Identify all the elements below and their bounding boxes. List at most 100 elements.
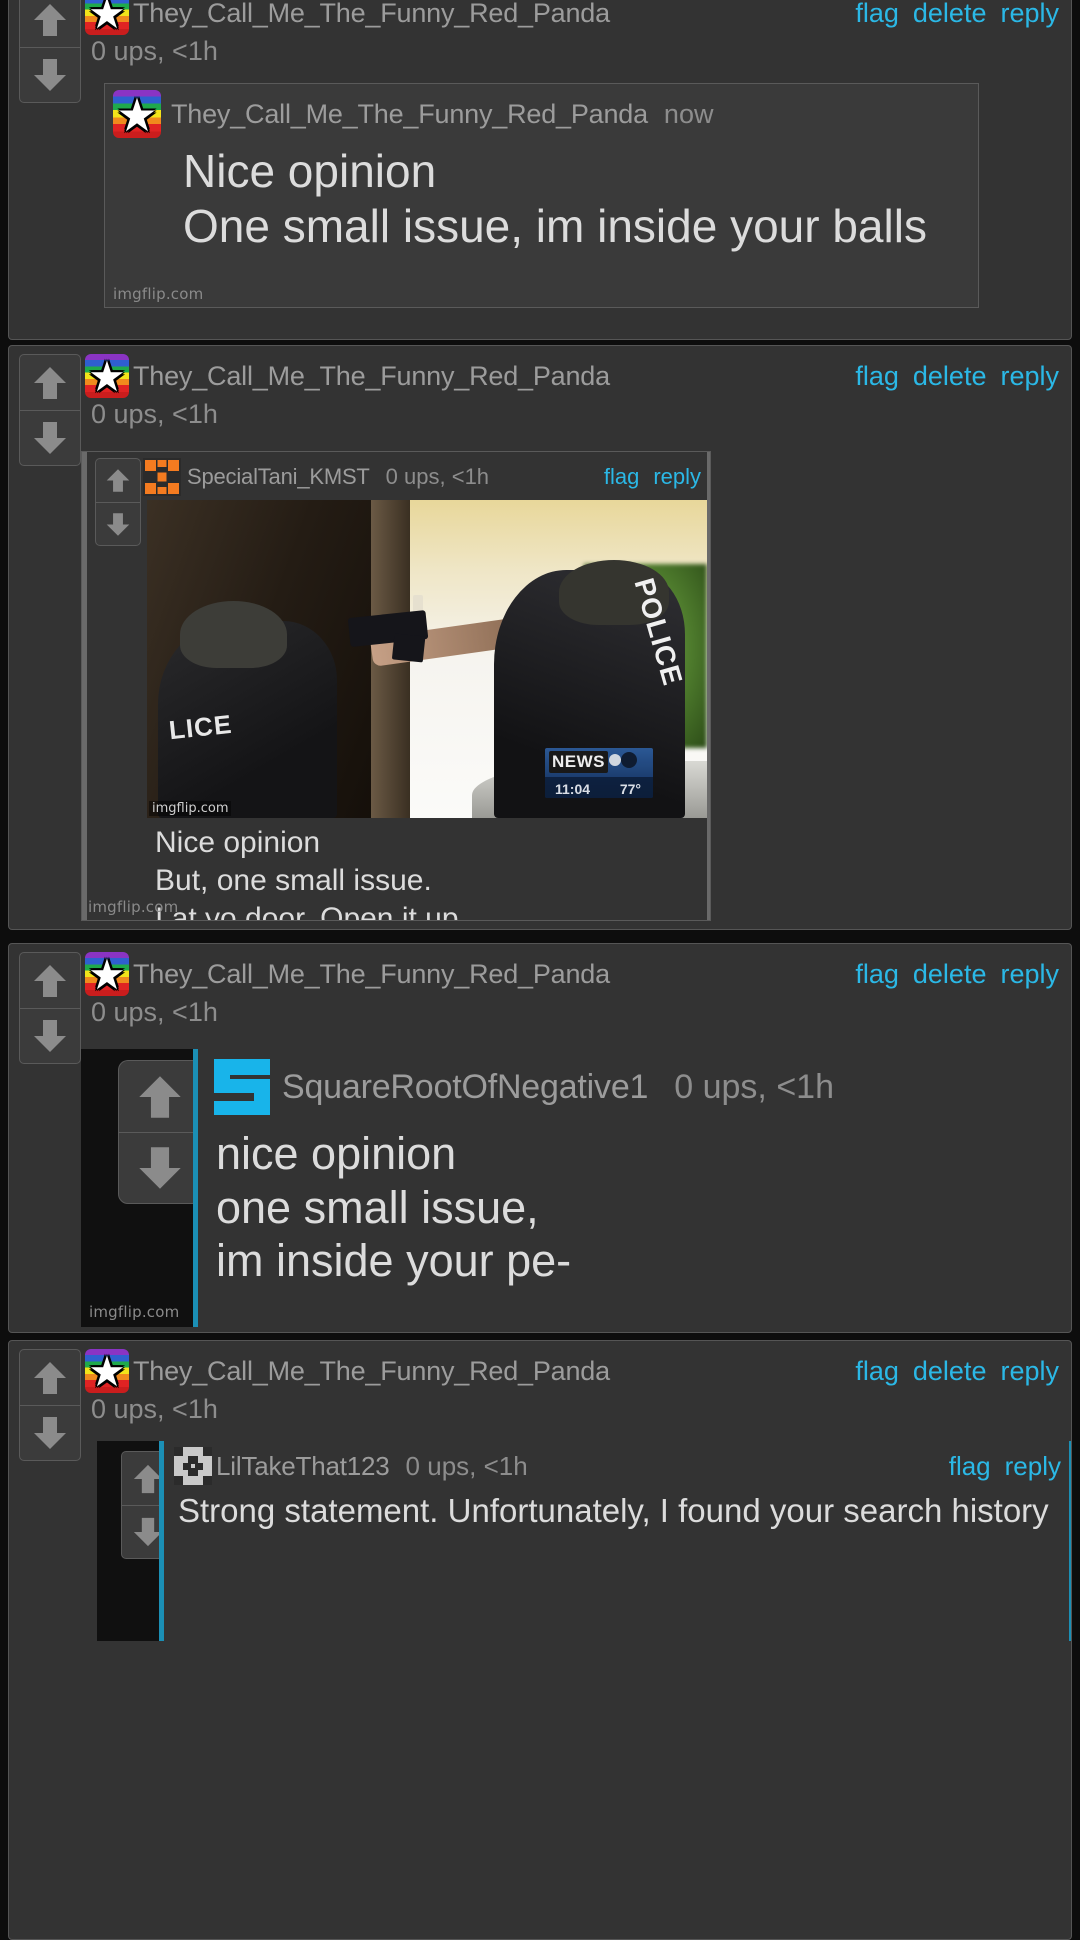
vote-column-4: [9, 1341, 81, 1939]
comment-header-3: ★ They_Call_Me_The_Funny_Red_Panda flag …: [85, 952, 1059, 996]
rainbow-star-avatar-icon: ★: [113, 90, 161, 138]
upvote-button[interactable]: [118, 1060, 202, 1132]
news-globe-icon: [621, 752, 637, 768]
comments-feed: ★ They_Call_Me_The_Funny_Red_Panda flag …: [0, 0, 1080, 1940]
vote-column-3: [9, 944, 81, 1332]
delete-link[interactable]: delete: [913, 1356, 987, 1387]
comment-actions-3: flag delete reply: [837, 959, 1059, 990]
meme-timestamp: now: [663, 98, 714, 129]
rainbow-star-avatar-icon: ★: [85, 354, 129, 398]
downvote-button[interactable]: [118, 1132, 202, 1204]
delete-link[interactable]: delete: [913, 959, 987, 990]
upvote-button[interactable]: [19, 952, 81, 1008]
checker-avatar-icon: [174, 1447, 212, 1485]
meme-text: Nice opinion One small issue, im inside …: [183, 145, 927, 252]
meme-card-2[interactable]: SpecialTani_KMST 0 ups, <1h flag reply L…: [81, 451, 711, 921]
meme-watermark: imgflip.com: [88, 898, 179, 916]
meme-card-4[interactable]: LilTakeThat123 0 ups, <1h flag reply Str…: [97, 1441, 1071, 1641]
photo-handgun: [347, 610, 429, 648]
reply-link[interactable]: reply: [653, 464, 701, 490]
nested-actions-2: flag reply: [586, 464, 701, 490]
comment-actions-1: flag delete reply: [837, 0, 1059, 29]
nested-stats: 0 ups, <1h: [405, 1450, 528, 1481]
meme-text: Nice opinion But, one small issue. I at …: [155, 826, 467, 921]
comment-card-2: ★ They_Call_Me_The_Funny_Red_Panda flag …: [8, 345, 1072, 930]
news-channel-label: NEWS: [549, 751, 608, 773]
comment-card-1: ★ They_Call_Me_The_Funny_Red_Panda flag …: [8, 0, 1072, 340]
downvote-button[interactable]: [19, 47, 81, 103]
downvote-button[interactable]: [19, 1405, 81, 1461]
vote-column-1: [9, 0, 81, 339]
rainbow-star-avatar-icon: ★: [85, 0, 129, 35]
comment-header-4: ★ They_Call_Me_The_Funny_Red_Panda flag …: [85, 1349, 1059, 1393]
cyan-s-avatar-icon: [210, 1055, 274, 1119]
police-breach-photo: LICE POLICE NEWS 11:04 77° imgflip.com: [147, 500, 707, 818]
comment-body-1: ★ They_Call_Me_The_Funny_Red_Panda flag …: [81, 0, 1071, 339]
rainbow-star-avatar-icon: ★: [85, 1349, 129, 1393]
meme-username: They_Call_Me_The_Funny_Red_Panda: [171, 98, 648, 129]
comment-stats: 0 ups, <1h: [91, 997, 218, 1027]
comment-username[interactable]: They_Call_Me_The_Funny_Red_Panda: [133, 0, 610, 29]
nested-stats: 0 ups, <1h: [674, 1067, 834, 1106]
vote-column-nested-2: [87, 452, 143, 920]
orange-squares-avatar-icon: [143, 458, 181, 496]
nested-actions-4: flag reply: [931, 1451, 1061, 1482]
news-dot-icon: [609, 754, 621, 766]
flag-link[interactable]: flag: [855, 1356, 899, 1387]
reply-link[interactable]: reply: [1000, 959, 1059, 990]
nested-username[interactable]: LilTakeThat123: [216, 1451, 390, 1482]
meme-card-1[interactable]: ★ They_Call_Me_The_Funny_Red_Panda now N…: [104, 83, 979, 308]
comment-stats: 0 ups, <1h: [91, 36, 218, 66]
meme-text: nice opinion one small issue, im inside …: [216, 1128, 572, 1287]
news-time: 11:04: [555, 781, 591, 797]
flag-link[interactable]: flag: [855, 0, 899, 29]
meme-card-3[interactable]: SquareRootOfNegative1 0 ups, <1h nice op…: [81, 1049, 876, 1327]
comment-username[interactable]: They_Call_Me_The_Funny_Red_Panda: [133, 1356, 610, 1387]
nested-header-3: SquareRootOfNegative1 0 ups, <1h: [210, 1049, 876, 1121]
nested-reply-3: SquareRootOfNegative1 0 ups, <1h nice op…: [193, 1049, 876, 1327]
comment-username[interactable]: They_Call_Me_The_Funny_Red_Panda: [133, 361, 610, 392]
downvote-button[interactable]: [19, 410, 81, 466]
nested-header-2: SpecialTani_KMST 0 ups, <1h flag reply: [143, 452, 707, 500]
downvote-button[interactable]: [19, 1008, 81, 1064]
reply-link[interactable]: reply: [1000, 361, 1059, 392]
upvote-button[interactable]: [19, 354, 81, 410]
flag-link[interactable]: flag: [855, 959, 899, 990]
nested-username[interactable]: SpecialTani_KMST: [187, 464, 370, 490]
news-temperature: 77°: [619, 781, 641, 797]
delete-link[interactable]: delete: [913, 361, 987, 392]
reply-link[interactable]: reply: [1000, 1356, 1059, 1387]
comment-header-2: ★ They_Call_Me_The_Funny_Red_Panda flag …: [85, 354, 1059, 398]
comment-username[interactable]: They_Call_Me_The_Funny_Red_Panda: [133, 959, 610, 990]
comment-stats: 0 ups, <1h: [91, 399, 218, 429]
comment-header-1: ★ They_Call_Me_The_Funny_Red_Panda flag …: [85, 0, 1059, 35]
photo-helmet-left: [179, 601, 288, 669]
comment-card-3: ★ They_Call_Me_The_Funny_Red_Panda flag …: [8, 943, 1072, 1333]
reply-link[interactable]: reply: [1000, 0, 1059, 29]
downvote-button[interactable]: [95, 502, 141, 546]
meme-watermark: imgflip.com: [89, 1303, 180, 1321]
vote-column-nested-3: [109, 1053, 202, 1211]
nested-stats: 0 ups, <1h: [385, 464, 490, 489]
comment-actions-4: flag delete reply: [837, 1356, 1059, 1387]
upvote-button[interactable]: [95, 458, 141, 502]
nested-header-4: LilTakeThat123 0 ups, <1h flag reply: [174, 1441, 1069, 1487]
flag-link[interactable]: flag: [604, 464, 639, 490]
photo-police-label-left: LICE: [167, 708, 234, 745]
nested-username[interactable]: SquareRootOfNegative1: [282, 1068, 648, 1107]
photo-watermark: imgflip.com: [149, 801, 232, 816]
delete-link[interactable]: delete: [913, 0, 987, 29]
flag-link[interactable]: flag: [949, 1451, 991, 1482]
flag-link[interactable]: flag: [855, 361, 899, 392]
meme-text: Strong statement. Unfortunately, I found…: [178, 1492, 1049, 1529]
rainbow-star-avatar-icon: ★: [85, 952, 129, 996]
upvote-button[interactable]: [19, 0, 81, 47]
reply-link[interactable]: reply: [1005, 1451, 1061, 1482]
comment-actions-2: flag delete reply: [837, 361, 1059, 392]
meme-header-1: ★ They_Call_Me_The_Funny_Red_Panda now: [105, 84, 978, 144]
nested-reply-2: SpecialTani_KMST 0 ups, <1h flag reply L…: [82, 452, 710, 920]
photo-officer-left: LICE: [158, 601, 338, 818]
comment-stats: 0 ups, <1h: [91, 1394, 218, 1424]
upvote-button[interactable]: [19, 1349, 81, 1405]
comment-card-4: ★ They_Call_Me_The_Funny_Red_Panda flag …: [8, 1340, 1072, 1940]
